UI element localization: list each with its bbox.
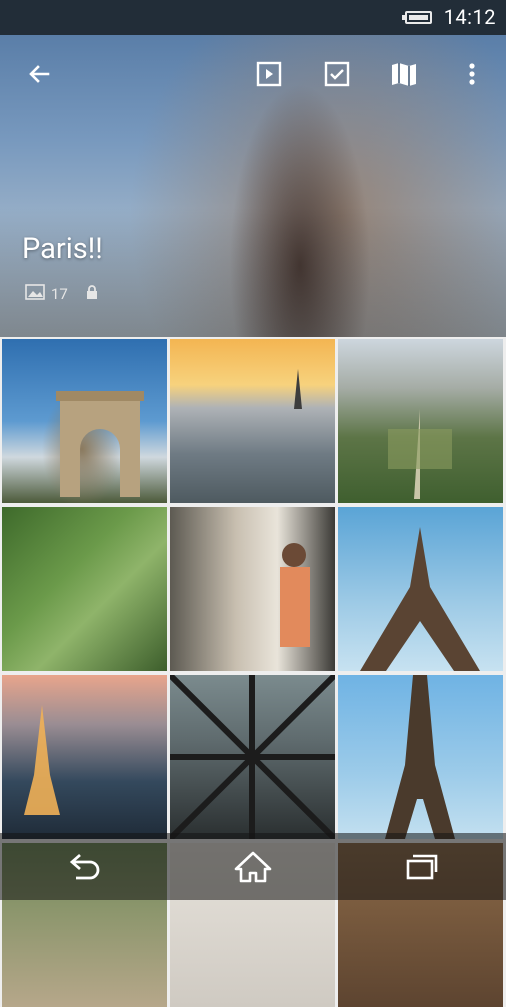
album-header: Paris!! 17 [0, 35, 506, 337]
album-meta: 17 [25, 284, 98, 304]
photo-tile[interactable] [170, 507, 335, 671]
home-icon[interactable] [228, 842, 278, 892]
map-icon[interactable] [387, 57, 421, 91]
photos-icon [25, 284, 45, 304]
status-time: 14:12 [443, 5, 496, 29]
recent-apps-icon[interactable] [397, 842, 447, 892]
photo-count: 17 [51, 285, 68, 303]
album-title: Paris!! [22, 232, 103, 266]
back-icon[interactable] [59, 842, 109, 892]
photo-tile[interactable] [2, 507, 167, 671]
navigation-bar [0, 833, 506, 900]
photo-tile[interactable] [2, 675, 167, 839]
photo-tile[interactable] [338, 339, 503, 503]
lock-icon [86, 285, 98, 303]
battery-icon [402, 11, 432, 24]
overflow-menu-icon[interactable] [455, 57, 489, 91]
status-bar: 14:12 [0, 0, 506, 35]
slideshow-icon[interactable] [252, 57, 286, 91]
back-arrow-icon[interactable] [22, 57, 56, 91]
select-icon[interactable] [320, 57, 354, 91]
photo-tile[interactable] [338, 675, 503, 839]
photo-tile[interactable] [170, 675, 335, 839]
photo-tile[interactable] [2, 339, 167, 503]
photo-tile[interactable] [338, 507, 503, 671]
photo-tile[interactable] [170, 339, 335, 503]
